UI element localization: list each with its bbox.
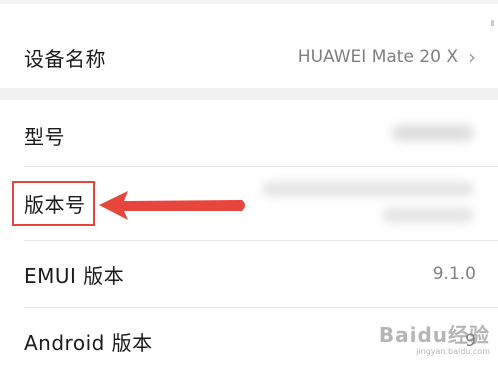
- model-label: 型号: [24, 124, 65, 149]
- device-name-label: 设备名称: [24, 46, 106, 71]
- build-number-value-redacted-line2: [382, 208, 474, 222]
- top-divider: [0, 0, 498, 4]
- build-number-value-redacted-line1: [262, 182, 474, 196]
- device-name-value-group: HUAWEI Mate 20 X ›: [298, 45, 476, 69]
- settings-row-device-name[interactable]: 设备名称 HUAWEI Mate 20 X ›: [0, 26, 498, 88]
- device-name-value: HUAWEI Mate 20 X: [297, 47, 458, 67]
- android-version-label: Android 版本: [24, 330, 153, 355]
- row-divider: [24, 240, 498, 241]
- chevron-right-icon: ›: [468, 45, 476, 69]
- emui-version-value: 9.1.0: [432, 264, 476, 284]
- watermark-url: jingyan.baidu.com: [416, 347, 490, 356]
- section-gap: [0, 88, 498, 100]
- model-value-redacted: [392, 125, 474, 141]
- row-divider: [24, 166, 498, 167]
- baidu-jingyan-watermark: Baidu经验 jingyan.baidu.com: [370, 319, 490, 363]
- watermark-brand: Baidu经验: [378, 323, 490, 347]
- row-divider: [24, 307, 498, 308]
- highlight-box: [12, 181, 95, 226]
- settings-row-emui-version[interactable]: EMUI 版本 9.1.0: [0, 243, 498, 305]
- emui-version-label: EMUI 版本: [24, 263, 125, 288]
